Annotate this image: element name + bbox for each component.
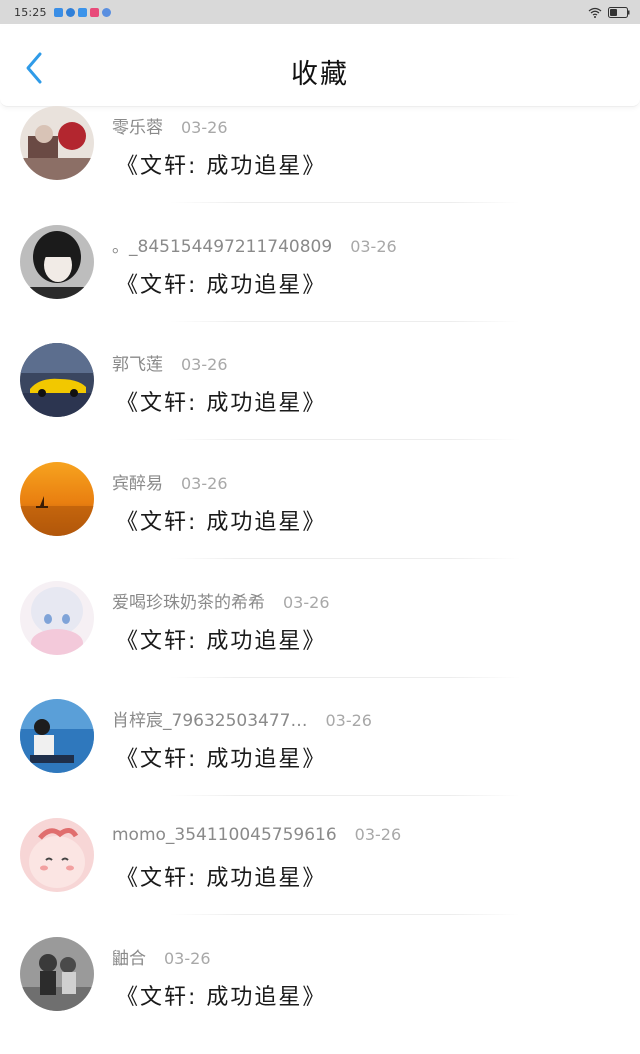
list-item[interactable]: 郭飞莲 03-26 《文轩: 成功追星》 bbox=[0, 341, 640, 460]
avatar[interactable] bbox=[20, 936, 94, 1011]
message-text[interactable]: 《文轩: 成功追星》 bbox=[116, 148, 326, 180]
list-item[interactable]: momo_354110045759616 03-26 《文轩: 成功追星》 bbox=[0, 816, 640, 935]
header-bar: 收藏 bbox=[0, 26, 640, 107]
page-title: 收藏 bbox=[291, 59, 349, 90]
username[interactable]: 宾醉易 bbox=[112, 474, 163, 494]
avatar[interactable] bbox=[20, 106, 94, 180]
avatar[interactable] bbox=[20, 224, 94, 299]
username-line: 爱喝珍珠奶茶的希希 03-26 bbox=[112, 588, 330, 613]
date: 03-26 bbox=[350, 236, 397, 256]
date: 03-26 bbox=[354, 825, 402, 845]
message-text[interactable]: 《文轩: 成功追星》 bbox=[116, 504, 326, 536]
message-text[interactable]: 《文轩: 成功追星》 bbox=[116, 741, 326, 773]
notification-app-icon bbox=[77, 7, 87, 17]
message-text[interactable]: 《文轩: 成功追星》 bbox=[116, 623, 326, 655]
username-line: 零乐蓉 03-26 bbox=[112, 113, 228, 138]
favorites-list: 零乐蓉 03-26 《文轩: 成功追星》 。_845154497211740809… bbox=[0, 104, 640, 1054]
avatar[interactable] bbox=[20, 343, 94, 418]
avatar[interactable] bbox=[20, 580, 94, 655]
divider bbox=[170, 320, 520, 322]
date: 03-26 bbox=[325, 711, 372, 731]
divider bbox=[170, 914, 520, 916]
list-item[interactable]: 爱喝珍珠奶茶的希希 03-26 《文轩: 成功追星》 bbox=[0, 579, 640, 698]
username-line: 鼬合 03-26 bbox=[112, 944, 211, 969]
message-text[interactable]: 《文轩: 成功追星》 bbox=[116, 267, 326, 299]
username[interactable]: 鼬合 bbox=[112, 949, 146, 969]
username-line: 郭飞莲 03-26 bbox=[112, 350, 228, 375]
username-line: 肖梓宸_79632503477… 03-26 bbox=[112, 706, 372, 731]
avatar[interactable] bbox=[20, 462, 94, 537]
date: 03-26 bbox=[164, 948, 211, 968]
avatar[interactable] bbox=[20, 699, 94, 774]
notification-app-icon bbox=[101, 7, 111, 17]
divider bbox=[170, 795, 520, 797]
list-item[interactable]: 宾醉易 03-26 《文轩: 成功追星》 bbox=[0, 460, 640, 579]
username-line: 宾醉易 03-26 bbox=[112, 469, 228, 494]
username[interactable]: 郭飞莲 bbox=[112, 355, 163, 375]
username[interactable]: 肖梓宸_79632503477… bbox=[112, 711, 307, 731]
avatar[interactable] bbox=[20, 818, 94, 893]
username-line: 。_845154497211740809 03-26 bbox=[112, 232, 397, 257]
list-item[interactable]: 。_845154497211740809 03-26 《文轩: 成功追星》 bbox=[0, 223, 640, 342]
message-text[interactable]: 《文轩: 成功追星》 bbox=[116, 385, 326, 417]
date: 03-26 bbox=[181, 118, 228, 137]
message-text[interactable]: 《文轩: 成功追星》 bbox=[116, 860, 326, 892]
divider bbox=[170, 676, 520, 678]
username-line: momo_354110045759616 03-26 bbox=[112, 825, 401, 845]
status-bar: 15:25 bbox=[0, 0, 640, 24]
wifi-icon bbox=[588, 7, 602, 18]
status-time: 15:25 bbox=[14, 5, 47, 19]
date: 03-26 bbox=[181, 355, 228, 375]
message-text[interactable]: 《文轩: 成功追星》 bbox=[116, 979, 326, 1011]
list-item[interactable]: 肖梓宸_79632503477… 03-26 《文轩: 成功追星》 bbox=[0, 697, 640, 816]
date: 03-26 bbox=[283, 592, 330, 612]
notification-app-icon bbox=[53, 7, 63, 17]
divider bbox=[170, 558, 520, 560]
notification-app-icon bbox=[65, 7, 75, 17]
divider bbox=[170, 439, 520, 441]
notification-app-icon bbox=[89, 7, 99, 17]
battery-icon bbox=[608, 6, 630, 18]
username[interactable]: momo_354110045759616 bbox=[112, 825, 337, 845]
username[interactable]: 爱喝珍珠奶茶的希希 bbox=[112, 593, 265, 613]
divider bbox=[170, 202, 520, 203]
list-item[interactable]: 零乐蓉 03-26 《文轩: 成功追星》 bbox=[0, 104, 640, 223]
username[interactable]: 零乐蓉 bbox=[112, 118, 163, 138]
date: 03-26 bbox=[181, 474, 228, 494]
list-item[interactable]: 鼬合 03-26 《文轩: 成功追星》 bbox=[0, 935, 640, 1054]
status-right-icons bbox=[588, 6, 630, 18]
username[interactable]: 。_845154497211740809 bbox=[112, 237, 332, 257]
